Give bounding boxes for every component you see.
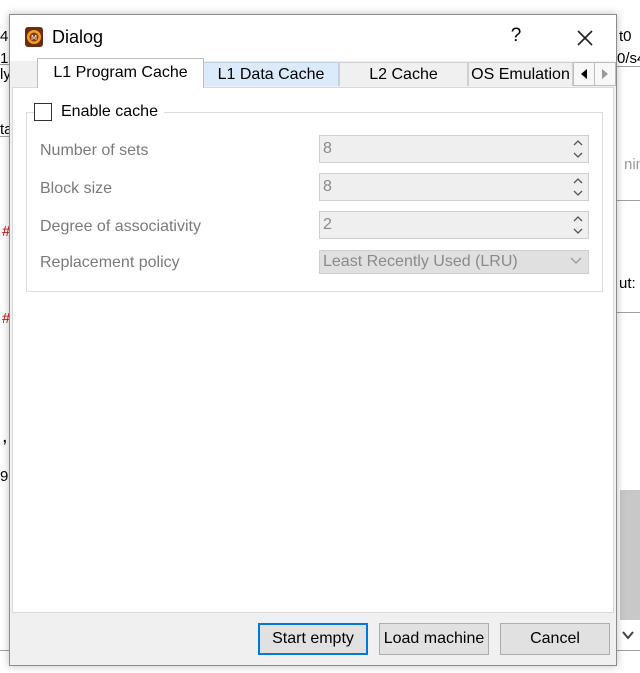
- load-machine-button[interactable]: Load machine: [379, 623, 489, 655]
- bg-divider: [617, 200, 640, 201]
- bg-divider: [0, 136, 9, 137]
- bg-fragment: nin: [624, 156, 640, 173]
- degree-of-associativity-value: 2: [323, 216, 332, 233]
- spin-up-icon[interactable]: [569, 175, 587, 187]
- bg-fragment: ,: [2, 425, 8, 447]
- dialog-window: M Dialog ? L1 Program Cache L1 Data Cach…: [9, 14, 617, 666]
- svg-text:M: M: [31, 34, 37, 42]
- replacement-policy-select[interactable]: Least Recently Used (LRU): [319, 250, 589, 274]
- app-icon: M: [25, 27, 43, 47]
- bg-divider: [617, 66, 640, 67]
- spin-down-icon[interactable]: [569, 149, 587, 161]
- number-of-sets-spinbox[interactable]: 8: [319, 135, 589, 163]
- chevron-down-icon: [570, 257, 582, 264]
- scroll-right-icon: [602, 69, 608, 79]
- close-icon[interactable]: [570, 25, 600, 51]
- tab-os-emulation[interactable]: OS Emulation: [468, 62, 573, 86]
- enable-cache-label: Enable cache: [61, 103, 158, 120]
- enable-cache-row[interactable]: Enable cache: [34, 101, 164, 123]
- tab-l1-data-cache[interactable]: L1 Data Cache: [203, 62, 339, 86]
- bg-scroll-down-icon: [622, 631, 634, 640]
- tab-scroll-right-button[interactable]: [594, 62, 616, 86]
- replacement-policy-label: Replacement policy: [40, 254, 180, 271]
- tab-l2-cache[interactable]: L2 Cache: [339, 62, 468, 86]
- bg-fragment: 9: [0, 468, 9, 485]
- number-of-sets-value: 8: [323, 140, 332, 157]
- tab-bar: L1 Program Cache L1 Data Cache L2 Cache …: [10, 58, 616, 88]
- block-size-label: Block size: [40, 180, 113, 197]
- tab-scroll-left-button[interactable]: [573, 62, 595, 86]
- tab-page-l1-program-cache: Enable cache Number of sets 8 Block size…: [12, 87, 614, 613]
- dialog-title: Dialog: [52, 27, 104, 47]
- bg-fragment: 0/s4: [617, 50, 640, 67]
- block-size-value: 8: [323, 178, 332, 195]
- bg-divider: [0, 64, 9, 65]
- degree-of-associativity-spinbox[interactable]: 2: [319, 211, 589, 239]
- number-of-sets-label: Number of sets: [40, 142, 149, 159]
- enable-cache-checkbox[interactable]: [34, 103, 52, 121]
- degree-of-associativity-label: Degree of associativity: [40, 218, 201, 235]
- spin-up-icon[interactable]: [569, 137, 587, 149]
- help-button[interactable]: ?: [504, 25, 528, 47]
- bg-scrollbar: [620, 490, 640, 620]
- bg-divider: [617, 312, 640, 313]
- tab-l1-program-cache[interactable]: L1 Program Cache: [37, 58, 204, 88]
- start-empty-button[interactable]: Start empty: [258, 623, 368, 655]
- block-size-spinbox[interactable]: 8: [319, 173, 589, 201]
- bg-fragment: ut:: [619, 275, 636, 292]
- spin-down-icon[interactable]: [569, 187, 587, 199]
- title-bar: M Dialog ?: [10, 15, 616, 61]
- replacement-policy-value: Least Recently Used (LRU): [323, 253, 518, 270]
- bg-fragment: t0: [619, 28, 632, 45]
- spin-up-icon[interactable]: [569, 213, 587, 225]
- cancel-button[interactable]: Cancel: [500, 623, 610, 655]
- scroll-left-icon: [581, 69, 587, 79]
- spin-down-icon[interactable]: [569, 225, 587, 237]
